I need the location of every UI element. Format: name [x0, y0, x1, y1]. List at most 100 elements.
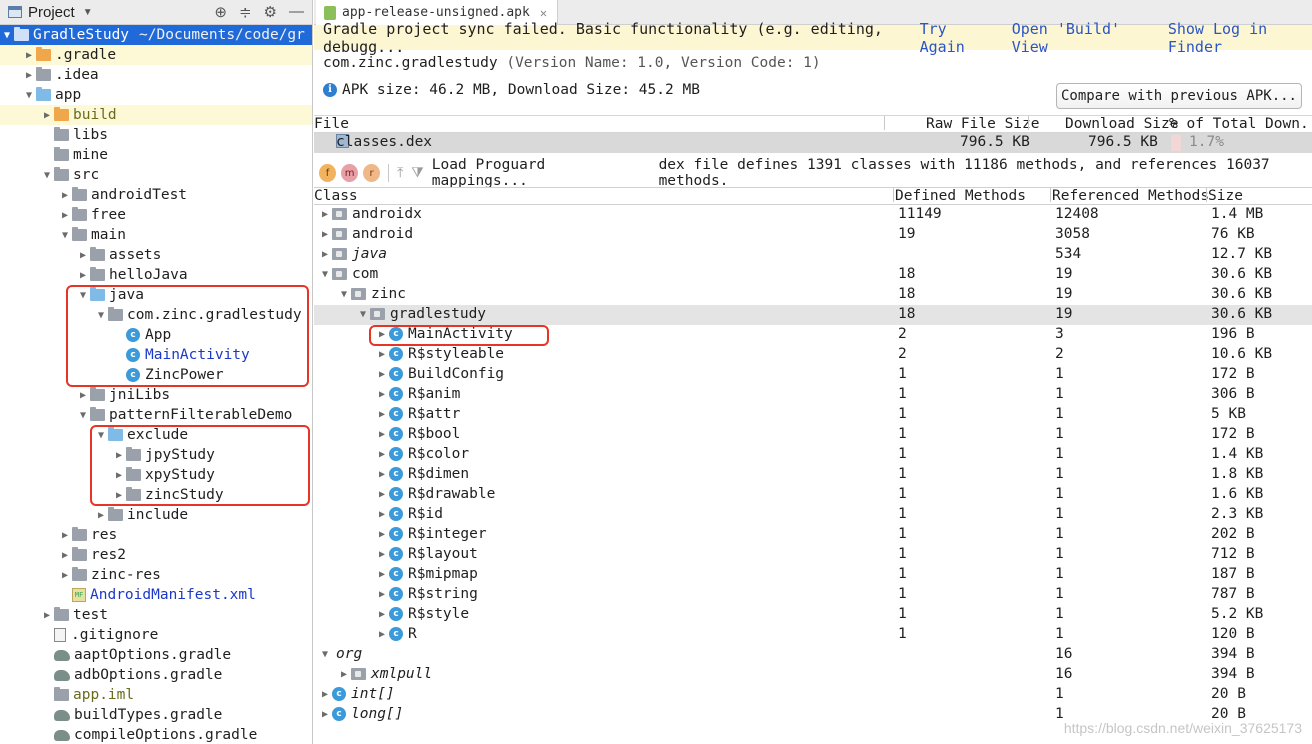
- collapse-arrow-icon[interactable]: ▶: [337, 669, 351, 680]
- collapse-arrow-icon[interactable]: ▶: [112, 450, 126, 461]
- collapse-arrow-icon[interactable]: ▶: [58, 210, 72, 221]
- class-row-r-id[interactable]: ▶ c R$id 1 1 2.3 KB: [314, 505, 1312, 525]
- col-percent[interactable]: % of Total Down...: [1169, 116, 1312, 132]
- tree-item-app[interactable]: ▼ app: [0, 85, 312, 105]
- tree-item-patternfilterabledemo[interactable]: ▼ patternFilterableDemo: [0, 405, 312, 425]
- class-row-zinc[interactable]: ▼ zinc 18 19 30.6 KB: [314, 285, 1312, 305]
- collapse-arrow-icon[interactable]: ▶: [375, 489, 389, 500]
- tree-item-include[interactable]: ▶ include: [0, 505, 312, 525]
- collapse-arrow-icon[interactable]: ▶: [22, 50, 36, 61]
- collapse-arrow-icon[interactable]: ▶: [40, 610, 54, 621]
- collapse-arrow-icon[interactable]: ▶: [94, 510, 108, 521]
- collapse-arrow-icon[interactable]: ▶: [40, 110, 54, 121]
- class-row-r-integer[interactable]: ▶ c R$integer 1 1 202 B: [314, 525, 1312, 545]
- tree-item-java[interactable]: ▼ java: [0, 285, 312, 305]
- expand-arrow-icon[interactable]: ▼: [40, 170, 54, 181]
- class-row-r-attr[interactable]: ▶ c R$attr 1 1 5 KB: [314, 405, 1312, 425]
- collapse-arrow-icon[interactable]: ▶: [375, 529, 389, 540]
- collapse-arrow-icon[interactable]: ▶: [58, 190, 72, 201]
- col-size[interactable]: Size: [1208, 188, 1243, 204]
- class-row-r-color[interactable]: ▶ c R$color 1 1 1.4 KB: [314, 445, 1312, 465]
- show-references-icon[interactable]: r: [363, 164, 381, 182]
- collapse-arrow-icon[interactable]: ▶: [375, 469, 389, 480]
- tree-item-app[interactable]: c App: [0, 325, 312, 345]
- filter-icon[interactable]: ⧩: [411, 165, 424, 181]
- tree-item-gitignore[interactable]: .gitignore: [0, 625, 312, 645]
- collapse-arrow-icon[interactable]: ▶: [375, 549, 389, 560]
- expand-arrow-icon[interactable]: ▼: [318, 269, 332, 280]
- tree-item-zincstudy[interactable]: ▶ zincStudy: [0, 485, 312, 505]
- tree-item-zinc-res[interactable]: ▶ zinc-res: [0, 565, 312, 585]
- tree-item-buildtypes-gradle[interactable]: buildTypes.gradle: [0, 705, 312, 725]
- tree-item-free[interactable]: ▶ free: [0, 205, 312, 225]
- tree-item-zincpower[interactable]: c ZincPower: [0, 365, 312, 385]
- tree-item-adboptions-gradle[interactable]: adbOptions.gradle: [0, 665, 312, 685]
- tree-item-assets[interactable]: ▶ assets: [0, 245, 312, 265]
- expand-arrow-icon[interactable]: ▼: [58, 230, 72, 241]
- collapse-arrow-icon[interactable]: ▶: [375, 569, 389, 580]
- class-row-r-mipmap[interactable]: ▶ c R$mipmap 1 1 187 B: [314, 565, 1312, 585]
- tree-item-exclude[interactable]: ▼ exclude: [0, 425, 312, 445]
- class-row-com[interactable]: ▼ com 18 19 30.6 KB: [314, 265, 1312, 285]
- minimize-icon[interactable]: —: [289, 3, 304, 21]
- tree-item-main[interactable]: ▼ main: [0, 225, 312, 245]
- collapse-arrow-icon[interactable]: ▶: [375, 509, 389, 520]
- class-row-int[interactable]: ▶ c int[] 1 20 B: [314, 685, 1312, 705]
- class-row-r-anim[interactable]: ▶ c R$anim 1 1 306 B: [314, 385, 1312, 405]
- col-download-size[interactable]: Download Size: [1065, 116, 1179, 132]
- load-proguard-button[interactable]: Load Proguard mappings...: [432, 157, 639, 189]
- class-row-mainactivity[interactable]: ▶ c MainActivity 2 3 196 B: [314, 325, 1312, 345]
- tree-item-compileoptions-gradle[interactable]: compileOptions.gradle: [0, 725, 312, 744]
- file-row-classes-dex[interactable]: classes.dex 796.5 KB 796.5 KB 1.7%: [314, 133, 1312, 153]
- col-raw-size[interactable]: Raw File Size: [926, 116, 1040, 132]
- collapse-arrow-icon[interactable]: ▶: [76, 270, 90, 281]
- class-row-r-layout[interactable]: ▶ c R$layout 1 1 712 B: [314, 545, 1312, 565]
- collapse-all-icon[interactable]: ≑: [239, 3, 252, 21]
- collapse-arrow-icon[interactable]: ▶: [58, 550, 72, 561]
- collapse-arrow-icon[interactable]: ▶: [375, 389, 389, 400]
- class-row-xmlpull[interactable]: ▶ xmlpull 16 394 B: [314, 665, 1312, 685]
- show-log-link[interactable]: Show Log in Finder: [1168, 20, 1312, 56]
- class-row-r-drawable[interactable]: ▶ c R$drawable 1 1 1.6 KB: [314, 485, 1312, 505]
- class-row-r-dimen[interactable]: ▶ c R$dimen 1 1 1.8 KB: [314, 465, 1312, 485]
- collapse-arrow-icon[interactable]: ▶: [318, 689, 332, 700]
- project-panel-title[interactable]: Project: [28, 4, 75, 21]
- collapse-arrow-icon[interactable]: ▶: [76, 250, 90, 261]
- collapse-arrow-icon[interactable]: ▶: [375, 369, 389, 380]
- open-build-view-link[interactable]: Open 'Build' View: [1012, 20, 1148, 56]
- collapse-arrow-icon[interactable]: ▶: [318, 249, 332, 260]
- collapse-arrow-icon[interactable]: ▶: [112, 470, 126, 481]
- tree-item-aaptoptions-gradle[interactable]: aaptOptions.gradle: [0, 645, 312, 665]
- expand-arrow-icon[interactable]: ▼: [337, 289, 351, 300]
- collapse-arrow-icon[interactable]: ▶: [375, 449, 389, 460]
- tree-item-com-zinc-gradlestudy[interactable]: ▼ com.zinc.gradlestudy: [0, 305, 312, 325]
- chevron-down-icon[interactable]: ▼: [83, 7, 93, 18]
- tree-item-res[interactable]: ▶ res: [0, 525, 312, 545]
- tree-item-test[interactable]: ▶ test: [0, 605, 312, 625]
- class-row-r-string[interactable]: ▶ c R$string 1 1 787 B: [314, 585, 1312, 605]
- class-row-gradlestudy[interactable]: ▼ gradlestudy 18 19 30.6 KB: [314, 305, 1312, 325]
- collapse-arrow-icon[interactable]: ▶: [375, 629, 389, 640]
- class-row-android[interactable]: ▶ android 19 3058 76 KB: [314, 225, 1312, 245]
- col-file[interactable]: File: [314, 116, 349, 132]
- expand-arrow-icon[interactable]: ▼: [356, 309, 370, 320]
- tree-item-xpystudy[interactable]: ▶ xpyStudy: [0, 465, 312, 485]
- expand-arrow-icon[interactable]: ▼: [22, 90, 36, 101]
- project-panel-header[interactable]: Project ▼ ⊕ ≑ ⚙ —: [0, 0, 312, 25]
- class-row-java[interactable]: ▶ java 534 12.7 KB: [314, 245, 1312, 265]
- hierarchy-icon[interactable]: ⤒: [397, 165, 403, 181]
- compare-apk-button[interactable]: Compare with previous APK...: [1056, 83, 1302, 109]
- tree-item-jnilibs[interactable]: ▶ jniLibs: [0, 385, 312, 405]
- tree-item-androidmanifest-xml[interactable]: MF AndroidManifest.xml: [0, 585, 312, 605]
- class-row-org[interactable]: ▼ org 16 394 B: [314, 645, 1312, 665]
- collapse-arrow-icon[interactable]: ▶: [76, 390, 90, 401]
- collapse-arrow-icon[interactable]: ▶: [318, 709, 332, 720]
- collapse-arrow-icon[interactable]: ▶: [318, 229, 332, 240]
- locate-icon[interactable]: ⊕: [214, 3, 227, 21]
- class-row-r-bool[interactable]: ▶ c R$bool 1 1 172 B: [314, 425, 1312, 445]
- expand-arrow-icon[interactable]: ▼: [94, 430, 108, 441]
- collapse-arrow-icon[interactable]: ▶: [318, 209, 332, 220]
- expand-arrow-icon[interactable]: ▼: [94, 310, 108, 321]
- collapse-arrow-icon[interactable]: ▶: [375, 589, 389, 600]
- tree-root-gradlestudy[interactable]: ▼ GradleStudy ~/Documents/code/gr: [0, 25, 312, 45]
